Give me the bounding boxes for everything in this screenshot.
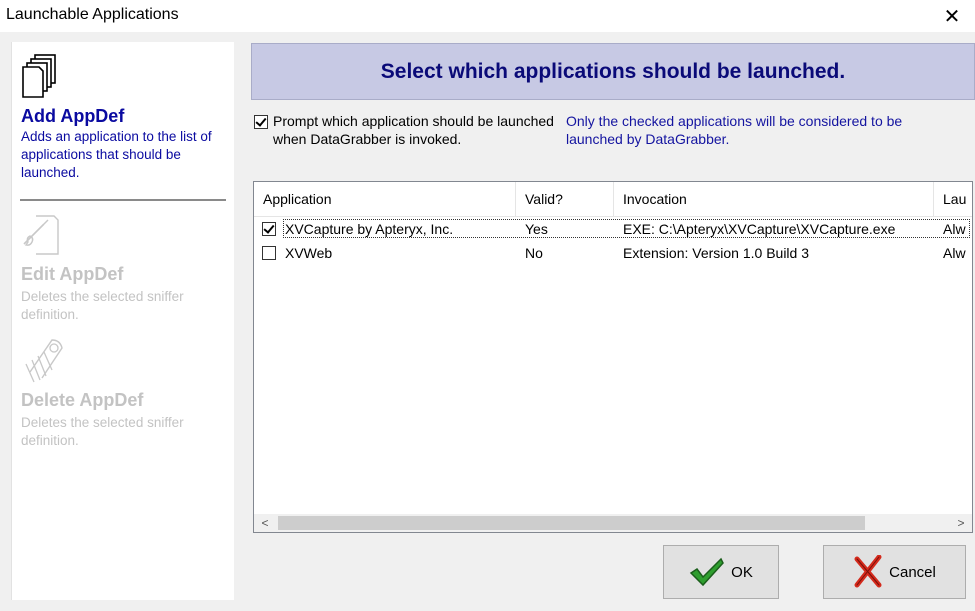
cell-valid: Yes: [525, 221, 548, 237]
cell-application: XVCapture by Apteryx, Inc.: [285, 221, 454, 237]
sidebar-divider: [20, 199, 226, 201]
header-banner: Select which applications should be laun…: [251, 43, 975, 100]
cell-launch: Alw: [943, 245, 966, 261]
info-note: Only the checked applications will be co…: [566, 113, 903, 147]
cell-application: XVWeb: [285, 245, 333, 261]
applications-list[interactable]: Application Valid? Invocation Lau XVCapt…: [253, 181, 973, 533]
add-appdef-title: Add AppDef: [21, 106, 125, 126]
cell-valid: No: [525, 245, 543, 261]
table-row[interactable]: XVCapture by Apteryx, Inc. Yes EXE: C:\A…: [254, 217, 972, 241]
delete-appdef-title: Delete AppDef: [21, 390, 144, 410]
list-header: Application Valid? Invocation Lau: [254, 182, 972, 217]
add-appdef-description: Adds an application to the list of appli…: [21, 129, 212, 180]
row-checkbox[interactable]: [262, 222, 276, 236]
prompt-checkbox[interactable]: [254, 115, 268, 129]
table-row[interactable]: XVWeb No Extension: Version 1.0 Build 3 …: [254, 241, 972, 265]
close-button[interactable]: ✕: [929, 0, 975, 32]
prompt-label: Prompt which application should be launc…: [273, 113, 554, 147]
checkmark-icon: [689, 557, 725, 587]
actions-sidebar: Add AppDef Adds an application to the li…: [11, 42, 234, 600]
cancel-button[interactable]: Cancel: [823, 545, 966, 599]
cross-icon: [853, 555, 883, 589]
scroll-thumb[interactable]: [278, 516, 865, 530]
horizontal-scrollbar[interactable]: < >: [254, 514, 972, 532]
edit-appdef-title: Edit AppDef: [21, 264, 124, 284]
scroll-left-icon[interactable]: <: [256, 514, 274, 532]
cell-invocation: EXE: C:\Apteryx\XVCapture\XVCapture.exe: [623, 221, 896, 237]
cell-launch: Alw: [943, 221, 966, 237]
cell-invocation: Extension: Version 1.0 Build 3: [623, 245, 810, 261]
scroll-right-icon[interactable]: >: [952, 514, 970, 532]
page-title: Select which applications should be laun…: [380, 59, 846, 83]
cancel-label: Cancel: [889, 563, 936, 581]
document-stack-icon: [22, 54, 58, 101]
title-bar: Launchable Applications ✕: [0, 0, 975, 32]
shredder-icon: [22, 336, 66, 387]
ok-button[interactable]: OK: [663, 545, 779, 599]
edit-appdef-description: Deletes the selected sniffer definition.: [21, 289, 184, 322]
edit-document-icon: [22, 212, 62, 259]
column-header-launch[interactable]: Lau: [934, 182, 972, 216]
column-header-invocation[interactable]: Invocation: [614, 182, 934, 216]
column-header-valid[interactable]: Valid?: [516, 182, 614, 216]
row-checkbox[interactable]: [262, 246, 276, 260]
window-title: Launchable Applications: [6, 6, 179, 23]
column-header-application[interactable]: Application: [254, 182, 516, 216]
close-icon: ✕: [943, 5, 961, 28]
delete-appdef-description: Deletes the selected sniffer definition.: [21, 415, 184, 448]
ok-label: OK: [731, 563, 753, 581]
